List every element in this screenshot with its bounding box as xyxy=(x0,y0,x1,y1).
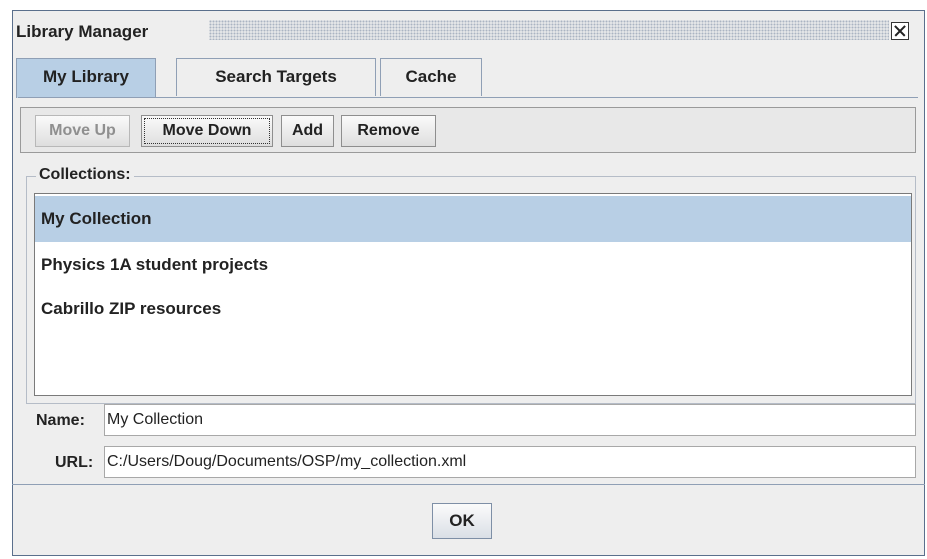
list-item[interactable]: My Collection xyxy=(35,196,911,242)
remove-button[interactable]: Remove xyxy=(341,115,436,147)
toolbar: Move Up Move Down Add Remove xyxy=(20,107,916,153)
tab-search-targets[interactable]: Search Targets xyxy=(176,58,376,96)
footer-divider xyxy=(12,484,925,485)
window-title: Library Manager xyxy=(16,22,149,41)
title-bar-grip xyxy=(209,20,889,40)
ok-button[interactable]: OK xyxy=(432,503,492,539)
tab-cache[interactable]: Cache xyxy=(380,58,482,96)
move-up-button[interactable]: Move Up xyxy=(35,115,130,147)
title-bar[interactable]: Library Manager xyxy=(6,6,909,41)
collections-label: Collections: xyxy=(36,166,134,184)
name-label: Name: xyxy=(36,412,85,429)
background-strip xyxy=(0,0,12,559)
close-icon[interactable] xyxy=(891,22,909,40)
move-down-button[interactable]: Move Down xyxy=(141,115,273,147)
url-field[interactable] xyxy=(104,446,916,478)
url-label: URL: xyxy=(55,454,94,471)
tab-divider xyxy=(18,97,918,98)
list-item[interactable]: Physics 1A student projects xyxy=(35,242,911,288)
name-field[interactable] xyxy=(104,404,916,436)
collections-list[interactable]: My Collection Physics 1A student project… xyxy=(34,193,912,396)
add-button[interactable]: Add xyxy=(281,115,334,147)
list-item[interactable]: Cabrillo ZIP resources xyxy=(35,286,911,332)
tab-my-library[interactable]: My Library xyxy=(16,58,156,98)
